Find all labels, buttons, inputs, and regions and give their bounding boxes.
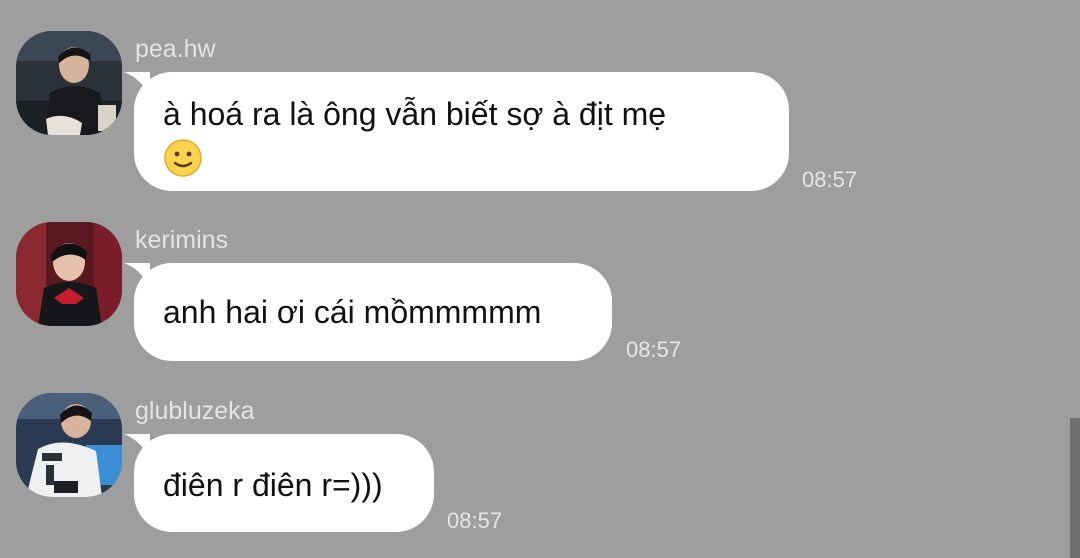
message-bubble[interactable]: điên r điên r=))) — [134, 434, 434, 532]
message-time: 08:57 — [802, 167, 858, 192]
message-text: điên r điên r=))) — [163, 467, 383, 503]
sender-name: glubluzeka — [135, 397, 255, 425]
avatar-photo — [16, 31, 122, 135]
sender-name: kerimins — [135, 226, 229, 254]
avatar-photo — [16, 393, 122, 497]
sender-name: pea.hw — [135, 35, 216, 63]
message-time: 08:57 — [447, 508, 503, 533]
message-text: anh hai ơi cái mồmmmmm — [163, 294, 542, 330]
scrollbar[interactable] — [1070, 418, 1080, 558]
message-bubble[interactable]: anh hai ơi cái mồmmmmm — [134, 263, 612, 361]
slightly-smiling-face-icon — [163, 138, 759, 182]
message-bubble[interactable]: à hoá ra là ông vẫn biết sợ à địt mẹ — [134, 72, 789, 191]
message-time: 08:57 — [626, 337, 682, 362]
avatar[interactable] — [16, 31, 122, 135]
message-text: à hoá ra là ông vẫn biết sợ à địt mẹ — [163, 96, 667, 132]
avatar-photo — [16, 222, 122, 326]
avatar[interactable] — [16, 222, 122, 326]
avatar[interactable] — [16, 393, 122, 497]
